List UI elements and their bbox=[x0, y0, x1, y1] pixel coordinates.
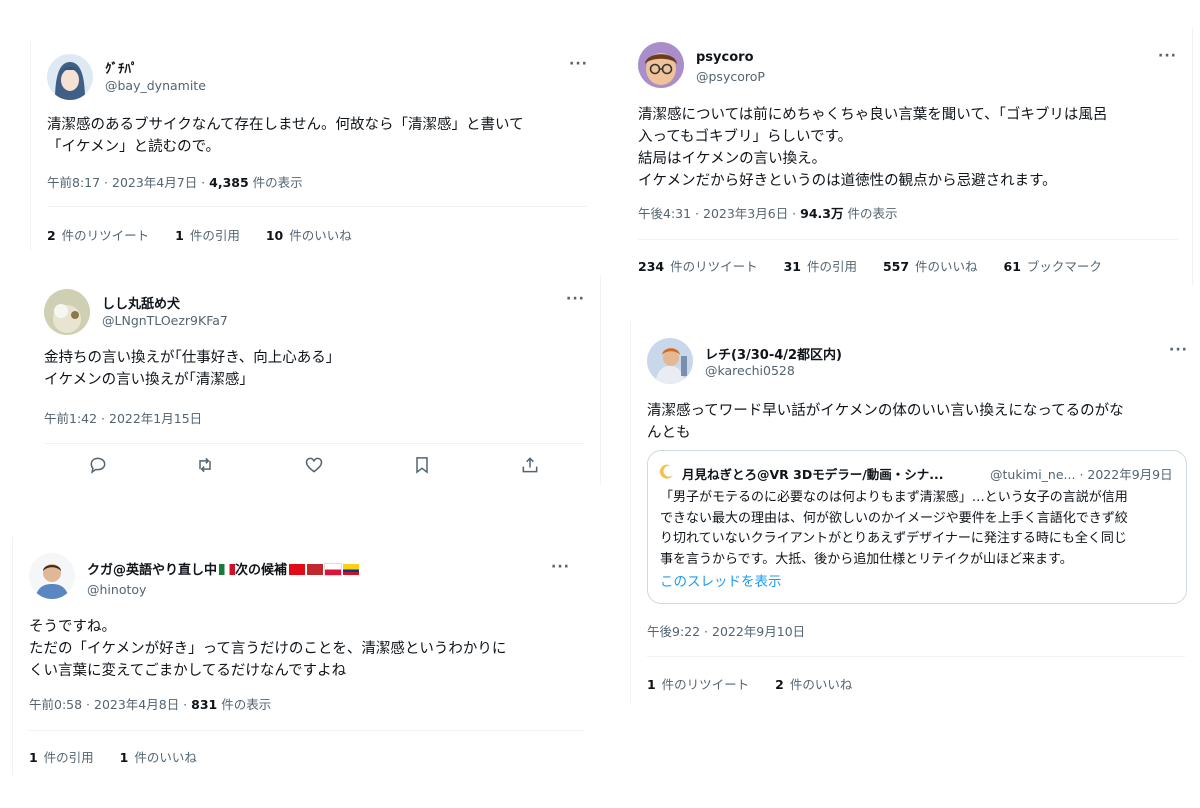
quote-count[interactable]: 31 件の引用 bbox=[784, 256, 857, 275]
author-handle[interactable]: @hinotoy bbox=[87, 582, 146, 597]
reply-icon[interactable] bbox=[88, 455, 110, 477]
share-icon[interactable] bbox=[520, 455, 542, 477]
more-options-icon[interactable]: ··· bbox=[1169, 342, 1188, 358]
tweet-card: しし丸舐め犬 @LNgnTLOezr9KFa7 ··· 金持ちの言い換えが｢仕事… bbox=[28, 275, 601, 485]
more-options-icon[interactable]: ··· bbox=[569, 56, 588, 72]
tweet-text: 清潔感のあるブサイクなんて存在しません。何故なら「清潔感」と書いて 「イケメン」… bbox=[47, 117, 524, 155]
quoted-author-name[interactable]: 月見ねぎとろ@VR 3Dモデラー/動画・シナ... bbox=[682, 464, 944, 483]
mexico-flag-icon bbox=[219, 564, 236, 575]
avatar[interactable] bbox=[638, 42, 684, 88]
colombia-flag-icon bbox=[343, 564, 360, 575]
show-thread-link[interactable]: このスレッドを表示 bbox=[660, 570, 782, 590]
retweet-icon[interactable] bbox=[195, 455, 217, 477]
more-options-icon[interactable]: ··· bbox=[1158, 48, 1177, 64]
action-bar bbox=[28, 455, 600, 477]
view-label: 件の表示 bbox=[843, 206, 898, 221]
more-options-icon[interactable]: ··· bbox=[551, 559, 570, 575]
quoted-text: 「男子がモテるのに必要なのは何よりもまず清潔感」…という女子の言説が信用 できな… bbox=[660, 490, 1128, 567]
tweet-meta: 午前8:17 · 2023年4月7日 · 4,385 件の表示 bbox=[47, 172, 303, 191]
quote-count[interactable]: 1 件の引用 bbox=[175, 225, 240, 244]
engagement-stats: 234 件のリツイート 31 件の引用 557 件のいいね 61 ブックマーク bbox=[638, 256, 1124, 275]
like-count[interactable]: 2 件のいいね bbox=[775, 674, 852, 693]
engagement-stats: 1 件の引用 1 件のいいね bbox=[29, 747, 219, 766]
avatar[interactable] bbox=[44, 289, 90, 335]
quoted-tweet[interactable]: 月見ねぎとろ@VR 3Dモデラー/動画・シナ... @tukimi_ne... … bbox=[647, 450, 1187, 604]
more-options-icon[interactable]: ··· bbox=[566, 291, 585, 307]
divider bbox=[29, 730, 585, 731]
author-name[interactable]: ｸﾞﾁﾊﾟ bbox=[105, 58, 138, 77]
author-name[interactable]: レチ(3/30-4/2都区内) bbox=[705, 344, 842, 363]
tweet-text: そうですね。 ただの「イケメンが好き」って言うだけのことを、清潔感というわかりに… bbox=[29, 619, 507, 679]
author-handle[interactable]: @psycoroP bbox=[696, 69, 765, 84]
author-name[interactable]: クガ@英語やり直し中 次の候補 bbox=[87, 559, 360, 578]
view-count: 4,385 bbox=[209, 175, 249, 190]
quoted-handle-date[interactable]: @tukimi_ne... · 2022年9月9日 bbox=[990, 464, 1173, 483]
turkey-flag-icon bbox=[289, 564, 306, 575]
author-handle[interactable]: @LNgnTLOezr9KFa7 bbox=[102, 313, 228, 328]
view-label: 件の表示 bbox=[248, 175, 303, 190]
tweet-text: 清潔感については前にめちゃくちゃ良い言葉を聞いて、「ゴキブリは風呂 入ってもゴキ… bbox=[638, 107, 1108, 189]
view-label: 件の表示 bbox=[217, 697, 272, 712]
view-count: 831 bbox=[191, 697, 218, 712]
divider bbox=[647, 656, 1185, 657]
retweet-count[interactable]: 1 件のリツイート bbox=[647, 674, 749, 693]
engagement-stats: 1 件のリツイート 2 件のいいね bbox=[647, 674, 874, 693]
tweet-meta: 午前0:58 · 2023年4月8日 · 831 件の表示 bbox=[29, 694, 271, 713]
like-count[interactable]: 1 件のいいね bbox=[120, 747, 197, 766]
engagement-stats: 2 件のリツイート 1 件の引用 10 件のいいね bbox=[47, 225, 374, 244]
like-count[interactable]: 10 件のいいね bbox=[266, 225, 352, 244]
tweet-text: 金持ちの言い換えが｢仕事好き、向上心ある｣ イケメンの言い換えが｢清潔感｣ bbox=[44, 350, 333, 388]
retweet-count[interactable]: 2 件のリツイート bbox=[47, 225, 149, 244]
quoted-avatar[interactable] bbox=[658, 463, 676, 481]
timestamp[interactable]: 午前1:42 · 2022年1月15日 bbox=[44, 408, 202, 427]
timestamp[interactable]: 午後4:31 · 2023年3月6日 · bbox=[638, 206, 800, 221]
bookmark-count[interactable]: 61 ブックマーク bbox=[1004, 256, 1102, 275]
poland-flag-icon bbox=[324, 563, 343, 576]
avatar[interactable] bbox=[647, 338, 693, 384]
tweet-card: psycoro @psycoroP ··· 清潔感については前にめちゃくちゃ良い… bbox=[622, 28, 1193, 286]
tweet-card: ｸﾞﾁﾊﾟ @bay_dynamite ··· 清潔感のあるブサイクなんて存在し… bbox=[30, 42, 601, 250]
quote-count[interactable]: 1 件の引用 bbox=[29, 747, 94, 766]
author-name[interactable]: psycoro bbox=[696, 50, 754, 65]
avatar[interactable] bbox=[29, 553, 75, 599]
like-count[interactable]: 557 件のいいね bbox=[883, 256, 978, 275]
timestamp[interactable]: 午前0:58 · 2023年4月8日 · bbox=[29, 697, 191, 712]
divider bbox=[47, 206, 587, 207]
view-count: 94.3万 bbox=[800, 206, 844, 221]
author-handle[interactable]: @bay_dynamite bbox=[105, 78, 206, 93]
timestamp[interactable]: 午前8:17 · 2023年4月7日 · bbox=[47, 175, 209, 190]
divider bbox=[44, 443, 584, 444]
tweet-card: クガ@英語やり直し中 次の候補 @hinotoy ··· そうですね。 ただの「イ… bbox=[12, 537, 601, 775]
timestamp[interactable]: 午後9:22 · 2022年9月10日 bbox=[647, 621, 805, 640]
author-handle[interactable]: @karechi0528 bbox=[705, 363, 795, 378]
tweet-card: レチ(3/30-4/2都区内) @karechi0528 ··· 清潔感ってワー… bbox=[630, 322, 1199, 704]
bookmark-icon[interactable] bbox=[412, 455, 434, 477]
tweet-text: 清潔感ってワード早い話がイケメンの体のいい言い換えになってるのがな んとも bbox=[647, 403, 1124, 441]
avatar[interactable] bbox=[47, 54, 93, 100]
retweet-count[interactable]: 234 件のリツイート bbox=[638, 256, 758, 275]
like-icon[interactable] bbox=[304, 455, 326, 477]
author-name[interactable]: しし丸舐め犬 bbox=[102, 293, 180, 312]
morocco-flag-icon bbox=[307, 564, 324, 575]
tweet-meta: 午後4:31 · 2023年3月6日 · 94.3万 件の表示 bbox=[638, 203, 897, 222]
divider bbox=[638, 239, 1178, 240]
